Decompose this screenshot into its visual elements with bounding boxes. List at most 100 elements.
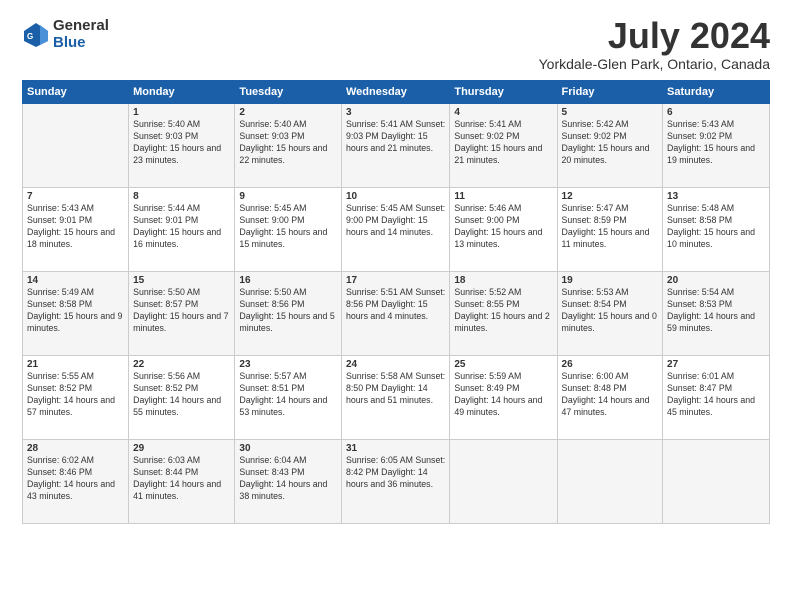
day-number: 15 <box>133 275 230 286</box>
day-number: 14 <box>27 275 124 286</box>
day-number: 30 <box>239 443 337 454</box>
day-number: 26 <box>562 359 659 370</box>
day-number: 6 <box>667 107 765 118</box>
calendar-cell <box>23 104 129 188</box>
calendar-cell: 21Sunrise: 5:55 AM Sunset: 8:52 PM Dayli… <box>23 356 129 440</box>
calendar-cell: 23Sunrise: 5:57 AM Sunset: 8:51 PM Dayli… <box>235 356 342 440</box>
calendar-cell: 16Sunrise: 5:50 AM Sunset: 8:56 PM Dayli… <box>235 272 342 356</box>
day-number: 11 <box>454 191 552 202</box>
day-number: 8 <box>133 191 230 202</box>
day-number: 31 <box>346 443 445 454</box>
day-content: Sunrise: 5:45 AM Sunset: 9:00 PM Dayligh… <box>346 203 445 239</box>
day-content: Sunrise: 6:00 AM Sunset: 8:48 PM Dayligh… <box>562 371 659 419</box>
day-content: Sunrise: 6:05 AM Sunset: 8:42 PM Dayligh… <box>346 455 445 491</box>
calendar-week-1: 1Sunrise: 5:40 AM Sunset: 9:03 PM Daylig… <box>23 104 770 188</box>
day-content: Sunrise: 5:43 AM Sunset: 9:02 PM Dayligh… <box>667 119 765 167</box>
calendar-cell: 29Sunrise: 6:03 AM Sunset: 8:44 PM Dayli… <box>129 440 235 524</box>
calendar-cell: 26Sunrise: 6:00 AM Sunset: 8:48 PM Dayli… <box>557 356 663 440</box>
day-content: Sunrise: 5:52 AM Sunset: 8:55 PM Dayligh… <box>454 287 552 335</box>
location-title: Yorkdale-Glen Park, Ontario, Canada <box>539 56 770 72</box>
day-number: 25 <box>454 359 552 370</box>
day-number: 3 <box>346 107 445 118</box>
calendar-week-3: 14Sunrise: 5:49 AM Sunset: 8:58 PM Dayli… <box>23 272 770 356</box>
day-content: Sunrise: 5:51 AM Sunset: 8:56 PM Dayligh… <box>346 287 445 323</box>
logo-blue-text: Blue <box>53 35 109 52</box>
calendar-cell <box>557 440 663 524</box>
col-tuesday: Tuesday <box>235 81 342 104</box>
calendar-cell: 15Sunrise: 5:50 AM Sunset: 8:57 PM Dayli… <box>129 272 235 356</box>
day-content: Sunrise: 5:54 AM Sunset: 8:53 PM Dayligh… <box>667 287 765 335</box>
day-number: 1 <box>133 107 230 118</box>
calendar-week-2: 7Sunrise: 5:43 AM Sunset: 9:01 PM Daylig… <box>23 188 770 272</box>
calendar-table: Sunday Monday Tuesday Wednesday Thursday… <box>22 80 770 524</box>
calendar-cell: 27Sunrise: 6:01 AM Sunset: 8:47 PM Dayli… <box>663 356 770 440</box>
col-sunday: Sunday <box>23 81 129 104</box>
calendar-cell: 24Sunrise: 5:58 AM Sunset: 8:50 PM Dayli… <box>341 356 449 440</box>
logo: G General Blue <box>22 18 109 51</box>
col-thursday: Thursday <box>450 81 557 104</box>
header: G General Blue July 2024 Yorkdale-Glen P… <box>22 18 770 72</box>
calendar-week-5: 28Sunrise: 6:02 AM Sunset: 8:46 PM Dayli… <box>23 440 770 524</box>
calendar-cell: 31Sunrise: 6:05 AM Sunset: 8:42 PM Dayli… <box>341 440 449 524</box>
calendar-cell: 25Sunrise: 5:59 AM Sunset: 8:49 PM Dayli… <box>450 356 557 440</box>
day-content: Sunrise: 5:47 AM Sunset: 8:59 PM Dayligh… <box>562 203 659 251</box>
day-content: Sunrise: 6:01 AM Sunset: 8:47 PM Dayligh… <box>667 371 765 419</box>
day-number: 28 <box>27 443 124 454</box>
day-content: Sunrise: 5:43 AM Sunset: 9:01 PM Dayligh… <box>27 203 124 251</box>
day-number: 16 <box>239 275 337 286</box>
calendar-cell <box>663 440 770 524</box>
calendar-cell: 30Sunrise: 6:04 AM Sunset: 8:43 PM Dayli… <box>235 440 342 524</box>
calendar-cell: 28Sunrise: 6:02 AM Sunset: 8:46 PM Dayli… <box>23 440 129 524</box>
day-number: 5 <box>562 107 659 118</box>
day-content: Sunrise: 5:53 AM Sunset: 8:54 PM Dayligh… <box>562 287 659 335</box>
day-content: Sunrise: 6:02 AM Sunset: 8:46 PM Dayligh… <box>27 455 124 503</box>
day-content: Sunrise: 5:59 AM Sunset: 8:49 PM Dayligh… <box>454 371 552 419</box>
calendar-cell: 18Sunrise: 5:52 AM Sunset: 8:55 PM Dayli… <box>450 272 557 356</box>
day-content: Sunrise: 5:40 AM Sunset: 9:03 PM Dayligh… <box>133 119 230 167</box>
calendar-cell: 10Sunrise: 5:45 AM Sunset: 9:00 PM Dayli… <box>341 188 449 272</box>
col-friday: Friday <box>557 81 663 104</box>
day-content: Sunrise: 5:57 AM Sunset: 8:51 PM Dayligh… <box>239 371 337 419</box>
calendar-cell: 7Sunrise: 5:43 AM Sunset: 9:01 PM Daylig… <box>23 188 129 272</box>
day-content: Sunrise: 5:40 AM Sunset: 9:03 PM Dayligh… <box>239 119 337 167</box>
calendar-cell: 9Sunrise: 5:45 AM Sunset: 9:00 PM Daylig… <box>235 188 342 272</box>
header-row: Sunday Monday Tuesday Wednesday Thursday… <box>23 81 770 104</box>
title-area: July 2024 Yorkdale-Glen Park, Ontario, C… <box>539 18 770 72</box>
svg-text:G: G <box>27 32 33 41</box>
col-wednesday: Wednesday <box>341 81 449 104</box>
col-saturday: Saturday <box>663 81 770 104</box>
day-content: Sunrise: 5:58 AM Sunset: 8:50 PM Dayligh… <box>346 371 445 407</box>
day-number: 12 <box>562 191 659 202</box>
day-content: Sunrise: 5:49 AM Sunset: 8:58 PM Dayligh… <box>27 287 124 335</box>
calendar-cell: 14Sunrise: 5:49 AM Sunset: 8:58 PM Dayli… <box>23 272 129 356</box>
day-content: Sunrise: 6:03 AM Sunset: 8:44 PM Dayligh… <box>133 455 230 503</box>
day-number: 29 <box>133 443 230 454</box>
day-content: Sunrise: 5:56 AM Sunset: 8:52 PM Dayligh… <box>133 371 230 419</box>
day-number: 2 <box>239 107 337 118</box>
day-number: 21 <box>27 359 124 370</box>
day-number: 22 <box>133 359 230 370</box>
calendar-cell: 2Sunrise: 5:40 AM Sunset: 9:03 PM Daylig… <box>235 104 342 188</box>
day-content: Sunrise: 5:41 AM Sunset: 9:03 PM Dayligh… <box>346 119 445 155</box>
calendar-cell: 17Sunrise: 5:51 AM Sunset: 8:56 PM Dayli… <box>341 272 449 356</box>
calendar-cell: 8Sunrise: 5:44 AM Sunset: 9:01 PM Daylig… <box>129 188 235 272</box>
calendar-cell: 19Sunrise: 5:53 AM Sunset: 8:54 PM Dayli… <box>557 272 663 356</box>
day-content: Sunrise: 5:42 AM Sunset: 9:02 PM Dayligh… <box>562 119 659 167</box>
day-content: Sunrise: 5:45 AM Sunset: 9:00 PM Dayligh… <box>239 203 337 251</box>
day-number: 17 <box>346 275 445 286</box>
calendar-cell: 13Sunrise: 5:48 AM Sunset: 8:58 PM Dayli… <box>663 188 770 272</box>
logo-text: General Blue <box>53 18 109 51</box>
col-monday: Monday <box>129 81 235 104</box>
month-title: July 2024 <box>539 18 770 54</box>
day-number: 23 <box>239 359 337 370</box>
day-number: 9 <box>239 191 337 202</box>
calendar-cell: 6Sunrise: 5:43 AM Sunset: 9:02 PM Daylig… <box>663 104 770 188</box>
calendar-cell: 12Sunrise: 5:47 AM Sunset: 8:59 PM Dayli… <box>557 188 663 272</box>
day-number: 27 <box>667 359 765 370</box>
day-number: 18 <box>454 275 552 286</box>
day-number: 4 <box>454 107 552 118</box>
day-content: Sunrise: 5:48 AM Sunset: 8:58 PM Dayligh… <box>667 203 765 251</box>
logo-general-text: General <box>53 18 109 35</box>
day-content: Sunrise: 5:46 AM Sunset: 9:00 PM Dayligh… <box>454 203 552 251</box>
calendar-cell: 1Sunrise: 5:40 AM Sunset: 9:03 PM Daylig… <box>129 104 235 188</box>
